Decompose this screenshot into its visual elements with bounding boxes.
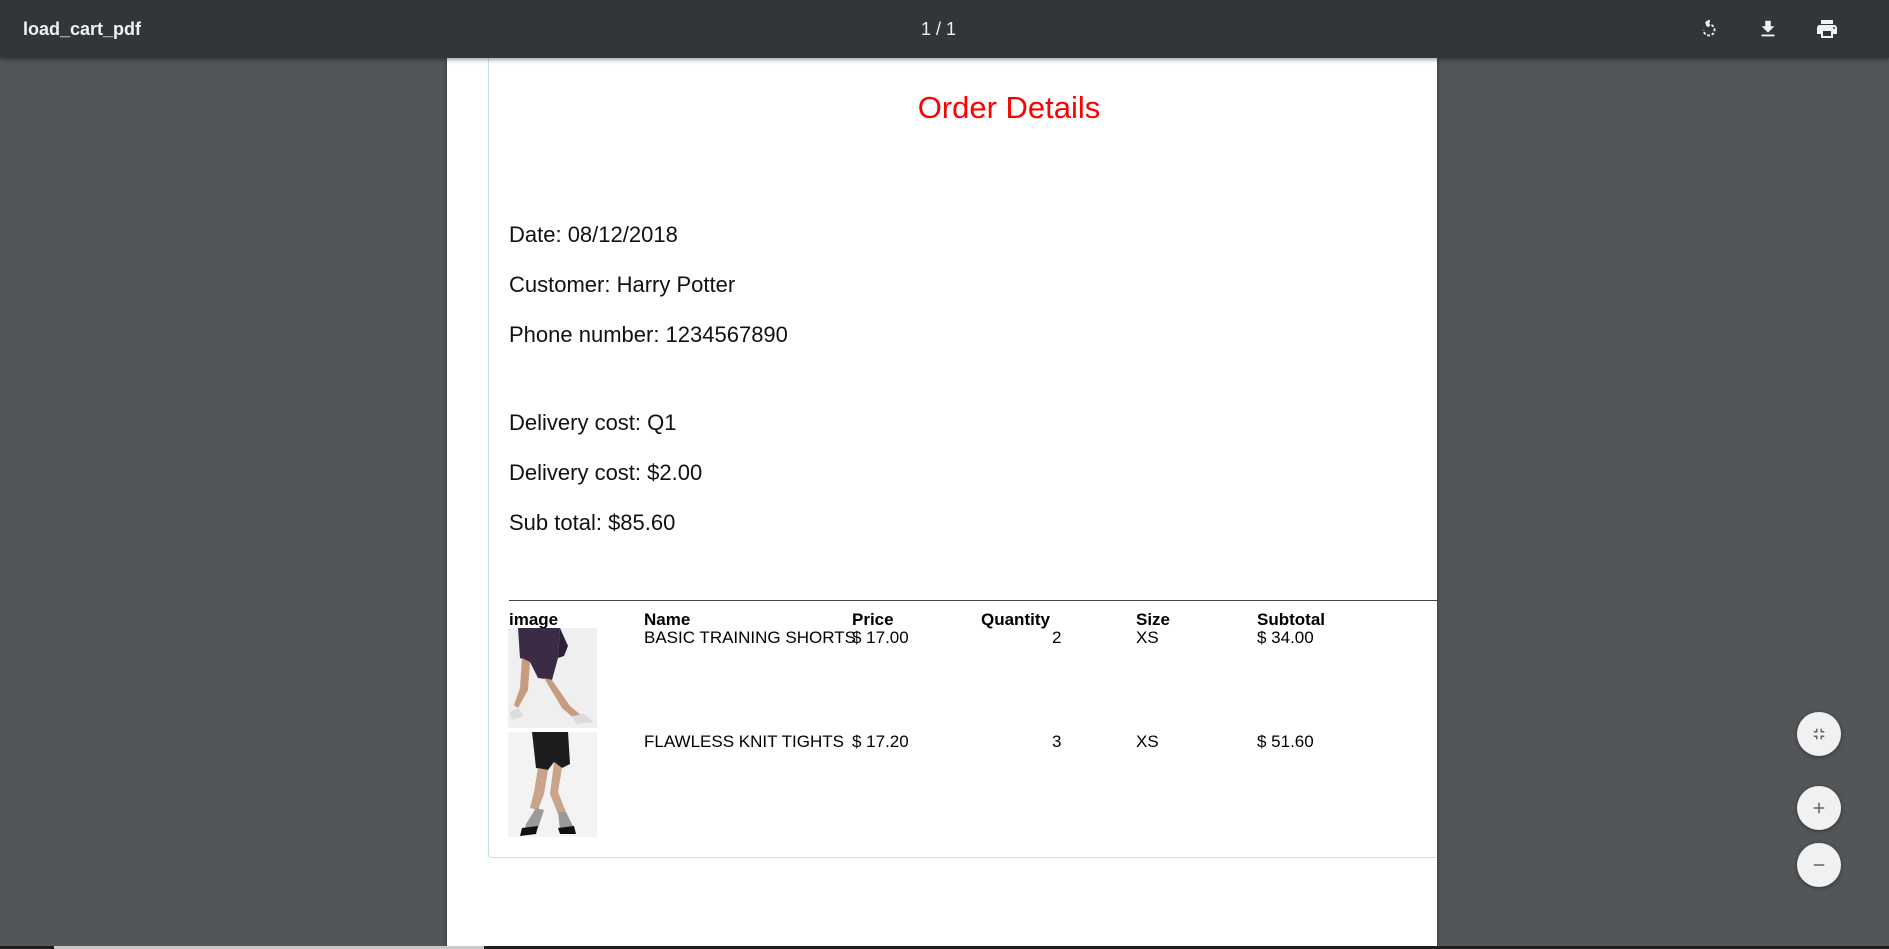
product-image-purple-shorts bbox=[508, 628, 597, 728]
purple-shorts-photo bbox=[508, 628, 597, 728]
delivery-zone: Delivery cost: Q1 bbox=[509, 410, 677, 435]
row1-subtotal: $ 34.00 bbox=[1257, 628, 1314, 647]
order-date: Date: 08/12/2018 bbox=[509, 222, 678, 247]
zoom-out-button[interactable] bbox=[1797, 843, 1841, 887]
row1-size: XS bbox=[1136, 628, 1159, 647]
row2-subtotal: $ 51.60 bbox=[1257, 732, 1314, 751]
row2-price: $ 17.20 bbox=[852, 732, 909, 751]
phone-number: Phone number: 1234567890 bbox=[509, 322, 788, 347]
pdf-page: Order Details Date: 08/12/2018 Customer:… bbox=[447, 58, 1437, 949]
row1-price: $ 17.00 bbox=[852, 628, 909, 647]
sub-total: Sub total: $85.60 bbox=[509, 510, 676, 535]
rotate-button[interactable] bbox=[1692, 12, 1726, 46]
print-icon bbox=[1817, 20, 1837, 38]
header-price: Price bbox=[852, 610, 894, 629]
delivery-cost: Delivery cost: $2.00 bbox=[509, 460, 703, 485]
pdf-toolbar: load_cart_pdf 1 / 1 bbox=[0, 0, 1889, 58]
customer-name: Customer: Harry Potter bbox=[509, 272, 736, 297]
pdf-viewer[interactable]: Order Details Date: 08/12/2018 Customer:… bbox=[0, 58, 1889, 949]
fit-to-page-button[interactable] bbox=[1797, 712, 1841, 756]
row2-size: XS bbox=[1136, 732, 1159, 751]
row2-name: FLAWLESS KNIT TIGHTS bbox=[644, 732, 844, 751]
row1-name: BASIC TRAINING SHORTS bbox=[644, 628, 856, 647]
row1-quantity: 2 bbox=[1052, 628, 1062, 647]
header-subtotal: Subtotal bbox=[1257, 610, 1325, 629]
header-name: Name bbox=[644, 610, 691, 629]
header-quantity: Quantity bbox=[981, 610, 1050, 629]
zoom-in-icon bbox=[1813, 802, 1825, 814]
row2-quantity: 3 bbox=[1052, 732, 1062, 751]
download-button[interactable] bbox=[1751, 12, 1785, 46]
header-size: Size bbox=[1136, 610, 1171, 629]
fit-to-page-icon bbox=[1813, 728, 1825, 740]
table-top-rule bbox=[509, 600, 1437, 601]
zoom-out-icon bbox=[1813, 864, 1825, 866]
black-shorts-photo bbox=[508, 732, 597, 837]
download-icon bbox=[1761, 20, 1775, 37]
document-title: load_cart_pdf bbox=[23, 19, 142, 39]
order-details-heading: Order Details bbox=[917, 90, 1101, 125]
product-image-black-shorts bbox=[508, 732, 597, 837]
print-button[interactable] bbox=[1810, 12, 1844, 46]
page-indicator: 1 / 1 bbox=[921, 19, 957, 39]
zoom-in-button[interactable] bbox=[1797, 786, 1841, 830]
rotate-icon bbox=[1702, 18, 1716, 37]
header-image: image bbox=[509, 610, 559, 629]
